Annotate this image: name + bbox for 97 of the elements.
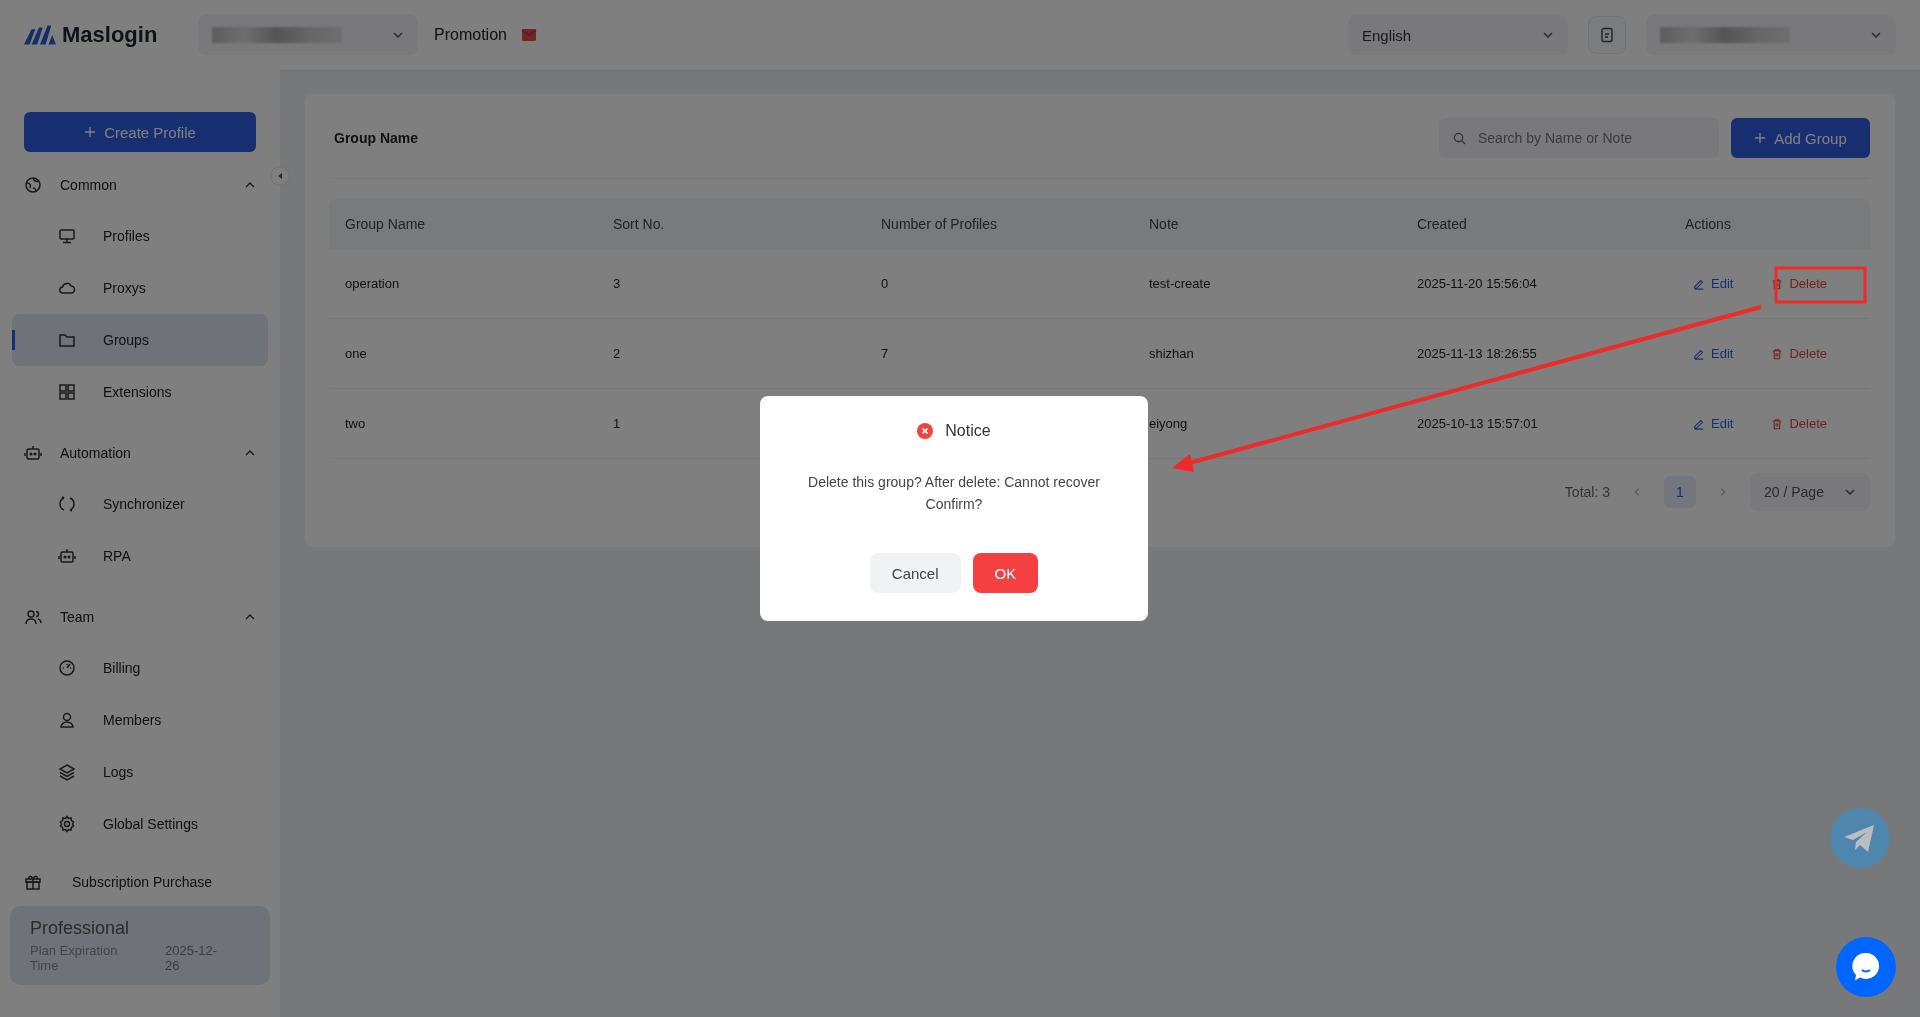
plus-icon <box>1754 132 1767 144</box>
error-icon <box>917 423 934 439</box>
table-cell: operation <box>345 276 400 291</box>
collapse-button[interactable] <box>270 166 290 186</box>
nav-item[interactable]: Global Settings <box>12 798 268 850</box>
search-field[interactable]: Search by Name or Note <box>1439 118 1719 158</box>
promotion-link[interactable]: Promotion <box>434 26 507 44</box>
search-icon <box>1453 131 1466 145</box>
edit-link[interactable]: Edit <box>1693 346 1734 361</box>
table-cell: eiyong <box>1149 416 1188 431</box>
page-button[interactable]: 1 <box>1664 476 1696 508</box>
globe-icon <box>24 176 42 194</box>
table-cell: 2 <box>613 346 621 361</box>
trash-icon <box>1771 277 1784 290</box>
document-icon <box>1599 27 1615 43</box>
delete-link[interactable]: Delete <box>1771 346 1827 361</box>
total-count: Total: 3 <box>1564 484 1610 500</box>
plan-name: Professional <box>30 918 131 939</box>
table-cell: test-create <box>1149 276 1211 291</box>
paper-plane-button[interactable] <box>1830 808 1890 868</box>
column-header: Note <box>1148 216 1180 232</box>
document-button[interactable] <box>1588 16 1626 54</box>
chevron-left-icon[interactable] <box>1632 487 1642 497</box>
nav-item[interactable]: Logs <box>12 746 268 798</box>
plus-icon <box>84 126 97 138</box>
triangle-left-icon <box>276 172 284 180</box>
people-icon <box>24 608 42 626</box>
table-cell: 2025-10-13 15:57:01 <box>1417 416 1538 431</box>
chevron-right-icon[interactable] <box>1718 487 1728 497</box>
table-cell: 0 <box>881 276 889 291</box>
nav-item[interactable]: Profiles <box>12 210 268 262</box>
edit-link[interactable]: Edit <box>1693 416 1734 431</box>
chevron-down-icon <box>1542 29 1554 41</box>
logo-icon <box>24 25 56 45</box>
envelope-icon <box>520 27 537 43</box>
robot-icon <box>58 547 76 565</box>
workspace-select[interactable] <box>198 15 418 55</box>
logo-text: Maslogin <box>62 22 158 48</box>
robot-icon <box>24 444 42 462</box>
cancel-button[interactable]: Cancel <box>869 553 961 593</box>
section-header[interactable]: Team <box>12 592 268 642</box>
edit-link[interactable]: Edit <box>1693 276 1734 291</box>
gift-icon <box>24 873 42 891</box>
nav-item[interactable]: Extensions <box>12 366 268 418</box>
delete-link[interactable]: Delete <box>1771 416 1827 431</box>
nav-item[interactable]: Proxys <box>12 262 268 314</box>
table-cell: 2025-11-20 15:56:04 <box>1417 276 1537 291</box>
delete-link[interactable]: Delete <box>1771 276 1827 291</box>
trash-icon <box>1771 417 1784 430</box>
person-icon <box>58 711 76 729</box>
trash-icon <box>1771 347 1784 360</box>
gauge-icon <box>58 659 76 677</box>
table-cell: 3 <box>613 276 621 291</box>
search-input[interactable]: Search by Name or Note <box>1476 129 1700 147</box>
language-select[interactable]: English <box>1348 15 1568 55</box>
grid-icon <box>58 383 76 401</box>
column-header: Actions <box>1684 216 1732 232</box>
monitor-icon <box>58 227 76 245</box>
table-cell: two <box>345 416 366 431</box>
column-header: Created <box>1416 216 1468 232</box>
table-cell: 2025-11-13 18:26:55 <box>1417 346 1537 361</box>
sync-icon <box>58 495 76 513</box>
gear-icon <box>58 815 76 833</box>
nav-item[interactable]: RPA <box>12 530 268 582</box>
section-header[interactable]: Automation <box>12 428 268 478</box>
table-cell: one <box>345 346 367 361</box>
create-profile-button[interactable]: Create Profile <box>24 112 256 152</box>
nav-item[interactable]: Groups <box>12 314 268 366</box>
dialog-message: Delete this group? After delete: Cannot recover <box>808 474 1100 491</box>
chat-button[interactable] <box>1836 937 1896 997</box>
nav-item[interactable]: Members <box>12 694 268 746</box>
add-group-button[interactable]: Add Group <box>1731 118 1870 158</box>
layers-icon <box>58 763 76 781</box>
column-header: Group Name <box>344 216 427 232</box>
pencil-icon <box>1693 277 1705 290</box>
section-header[interactable]: Common <box>12 160 268 210</box>
folder-icon <box>58 331 76 349</box>
page-size-select[interactable]: 20 / Page <box>1750 473 1870 511</box>
dialog-title: Notice <box>945 422 991 440</box>
table-cell: shizhan <box>1149 346 1194 361</box>
pencil-icon <box>1693 347 1705 360</box>
column-header: Sort No. <box>612 216 666 232</box>
chevron-down-icon <box>1870 29 1882 41</box>
dialog-question: Confirm? <box>925 496 983 513</box>
expiry-date: 2025-12-26 <box>165 943 219 973</box>
account-select[interactable] <box>1646 15 1896 55</box>
table-cell: 7 <box>881 346 889 361</box>
nav-item[interactable]: Billing <box>12 642 268 694</box>
table-cell: 1 <box>613 416 621 431</box>
pencil-icon <box>1693 417 1705 430</box>
chevron-down-icon <box>1844 486 1856 498</box>
chevron-down-icon <box>392 29 404 41</box>
column-header: Number of Profiles <box>880 216 998 232</box>
card-title: Group Name <box>334 130 418 146</box>
ok-button[interactable]: OK <box>972 553 1039 593</box>
subscription-link[interactable]: Subscription Purchase <box>12 858 268 906</box>
nav-item[interactable]: Synchronizer <box>12 478 268 530</box>
